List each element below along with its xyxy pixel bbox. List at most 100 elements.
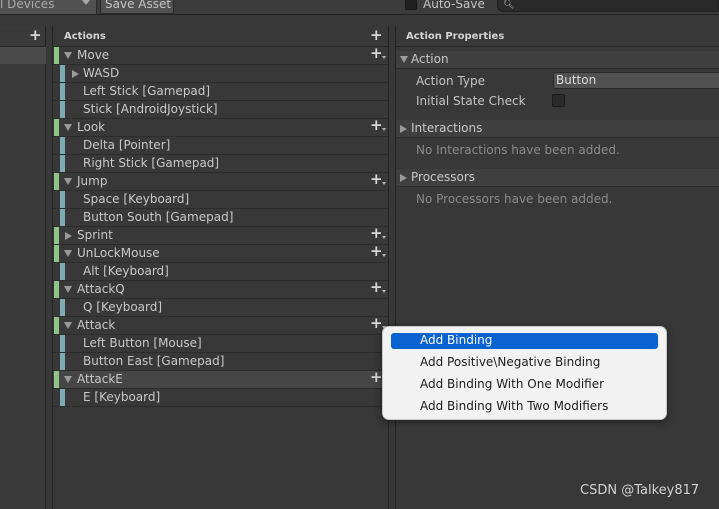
binding-row[interactable]: Space [Keyboard]: [53, 191, 388, 209]
add-binding-icon[interactable]: +: [370, 370, 383, 385]
interactions-empty-text: No Interactions have been added.: [416, 143, 620, 157]
action-color-bar: [54, 227, 59, 244]
save-asset-button[interactable]: Save Asset: [100, 0, 174, 14]
menu-item-label: Add Binding With Two Modifiers: [420, 399, 609, 413]
action-row[interactable]: Move +: [53, 46, 388, 65]
action-section-label: Action: [411, 52, 449, 66]
row-label: WASD: [83, 66, 120, 80]
action-row[interactable]: AttackQ +: [53, 280, 388, 299]
add-dropdown-arrow-icon: [382, 182, 386, 185]
action-type-value: Button: [556, 73, 597, 87]
foldout-arrow-icon: [400, 56, 408, 63]
actions-title: Actions: [64, 31, 106, 42]
row-label: Stick [AndroidJoystick]: [83, 102, 218, 116]
toolbar: l Devices Save Asset Auto-Save 🔍︎: [0, 0, 719, 15]
devices-dropdown[interactable]: l Devices: [0, 0, 97, 14]
row-label: Q [Keyboard]: [83, 300, 163, 314]
add-dropdown-arrow-icon: [382, 128, 386, 131]
binding-color-bar: [60, 101, 65, 118]
foldout-expanded-icon[interactable]: [64, 322, 72, 329]
action-color-bar: [54, 371, 59, 388]
row-label: Button East [Gamepad]: [83, 354, 225, 368]
row-label: UnLockMouse: [77, 246, 160, 260]
binding-color-bar: [60, 263, 65, 280]
menu-item-add-positive-negative-binding[interactable]: Add Positive\Negative Binding: [391, 355, 658, 371]
foldout-expanded-icon[interactable]: [64, 178, 72, 185]
foldout-expanded-icon[interactable]: [64, 124, 72, 131]
action-color-bar: [54, 245, 59, 262]
add-action-map-icon[interactable]: +: [29, 28, 42, 43]
add-binding-icon[interactable]: +: [370, 280, 383, 295]
initial-state-label: Initial State Check: [416, 94, 526, 108]
action-maps-header: +: [0, 26, 45, 47]
binding-row[interactable]: Left Button [Mouse]: [53, 335, 388, 353]
menu-item-label: Add Binding: [420, 333, 493, 347]
row-label: Button South [Gamepad]: [83, 210, 234, 224]
menu-item-add-binding[interactable]: Add Binding: [391, 333, 658, 349]
binding-row[interactable]: Alt [Keyboard]: [53, 263, 388, 281]
menu-item-add-binding-one-modifier[interactable]: Add Binding With One Modifier: [391, 377, 658, 393]
add-binding-icon[interactable]: +: [370, 244, 383, 259]
add-binding-icon[interactable]: +: [370, 172, 383, 187]
action-row[interactable]: Attack +: [53, 316, 388, 335]
action-map-item[interactable]: [0, 47, 46, 64]
interactions-section-label: Interactions: [411, 121, 483, 135]
properties-title: Action Properties: [406, 31, 505, 42]
row-label: Space [Keyboard]: [83, 192, 190, 206]
search-input[interactable]: 🔍︎: [497, 0, 719, 12]
action-properties-panel: Action Properties Action Action Type But…: [395, 26, 719, 509]
binding-row[interactable]: Stick [AndroidJoystick]: [53, 101, 388, 119]
action-row[interactable]: Look +: [53, 118, 388, 137]
binding-color-bar: [60, 65, 65, 82]
binding-row[interactable]: Button East [Gamepad]: [53, 353, 388, 371]
foldout-expanded-icon[interactable]: [64, 250, 72, 257]
action-row[interactable]: Sprint +: [53, 226, 388, 245]
row-label: Delta [Pointer]: [83, 138, 171, 152]
watermark-text: CSDN @Talkey817: [580, 483, 700, 498]
binding-row[interactable]: Q [Keyboard]: [53, 299, 388, 317]
interactions-section-header[interactable]: Interactions: [396, 120, 719, 138]
add-binding-icon[interactable]: +: [370, 226, 383, 241]
action-color-bar: [54, 281, 59, 298]
foldout-expanded-icon[interactable]: [64, 286, 72, 293]
foldout-expanded-icon[interactable]: [64, 52, 72, 59]
foldout-collapsed-icon[interactable]: [65, 232, 72, 240]
binding-row[interactable]: Right Stick [Gamepad]: [53, 155, 388, 173]
add-binding-icon[interactable]: +: [370, 118, 383, 133]
row-label: Sprint: [77, 228, 113, 242]
foldout-arrow-icon: [400, 174, 407, 182]
binding-row[interactable]: E [Keyboard]: [53, 389, 388, 407]
foldout-collapsed-icon[interactable]: [72, 70, 79, 78]
row-label: Right Stick [Gamepad]: [83, 156, 220, 170]
row-label: E [Keyboard]: [83, 390, 161, 404]
binding-color-bar: [60, 353, 65, 370]
action-section-header[interactable]: Action: [396, 51, 719, 69]
action-color-bar: [54, 317, 59, 334]
devices-dropdown-label: l Devices: [0, 0, 55, 11]
menu-item-label: Add Binding With One Modifier: [420, 377, 605, 391]
binding-color-bar: [60, 83, 65, 100]
autosave-checkbox[interactable]: [405, 0, 417, 10]
action-type-label: Action Type: [416, 74, 485, 88]
menu-item-add-binding-two-modifiers[interactable]: Add Binding With Two Modifiers: [391, 399, 658, 415]
action-row[interactable]: Jump +: [53, 172, 388, 191]
add-binding-context-menu: Add Binding Add Positive\Negative Bindin…: [382, 326, 667, 420]
composite-binding-row[interactable]: WASD: [53, 65, 388, 83]
action-row[interactable]: UnLockMouse +: [53, 244, 388, 263]
actions-header: Actions +: [53, 26, 388, 47]
add-action-icon[interactable]: +: [370, 28, 383, 43]
add-dropdown-arrow-icon: [382, 56, 386, 59]
actions-panel: Actions + Move + WASD Left Stick [Gamepad] S…: [52, 26, 389, 509]
binding-row[interactable]: Button South [Gamepad]: [53, 209, 388, 227]
initial-state-checkbox[interactable]: [552, 94, 565, 107]
add-binding-icon[interactable]: +: [370, 316, 383, 331]
binding-color-bar: [60, 155, 65, 172]
binding-row[interactable]: Left Stick [Gamepad]: [53, 83, 388, 101]
processors-section-header[interactable]: Processors: [396, 169, 719, 187]
foldout-expanded-icon[interactable]: [64, 376, 72, 383]
binding-row[interactable]: Delta [Pointer]: [53, 137, 388, 155]
action-row[interactable]: AttackE +: [53, 370, 388, 389]
add-binding-icon[interactable]: +: [370, 46, 383, 61]
action-type-dropdown[interactable]: Button: [553, 72, 719, 89]
autosave-label: Auto-Save: [423, 0, 485, 11]
